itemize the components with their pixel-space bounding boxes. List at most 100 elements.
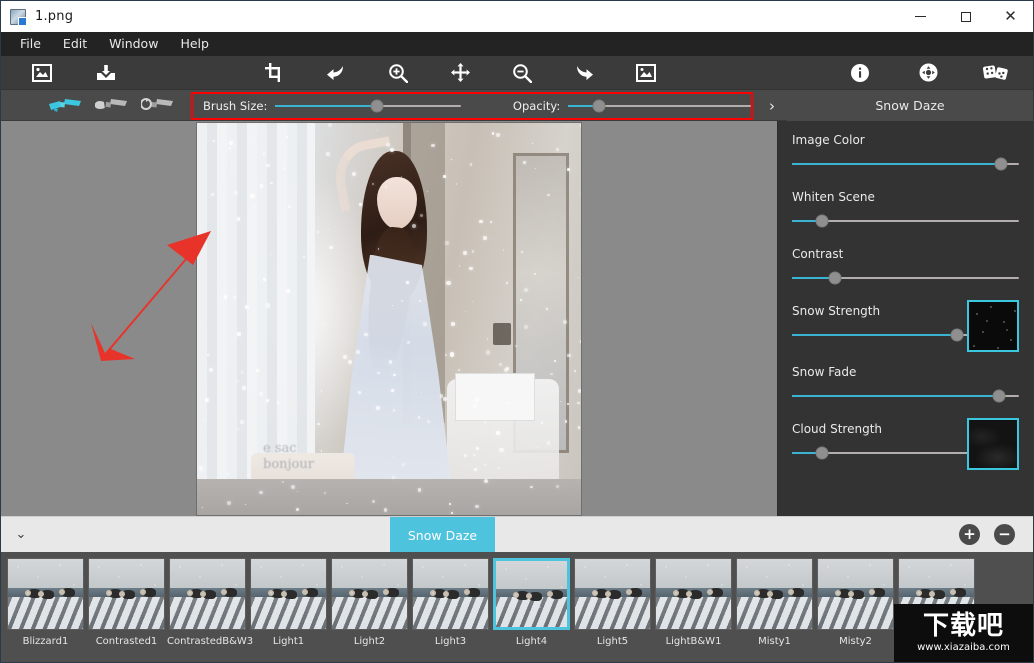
control-whiten-scene: Whiten Scene xyxy=(792,190,1019,229)
preset-thumbnail-label: Contrasted1 xyxy=(95,636,158,647)
contrast-slider[interactable] xyxy=(792,270,1019,286)
preset-thumbnail-image xyxy=(169,558,246,630)
maximize-button[interactable] xyxy=(943,1,988,32)
save-image-icon[interactable] xyxy=(87,58,125,88)
brush-options-highlight: Brush Size: Opacity: xyxy=(191,92,753,120)
preset-thumbnail-label: Light2 xyxy=(353,636,386,647)
reset-brush-icon[interactable] xyxy=(135,92,181,118)
menu-item-help[interactable]: Help xyxy=(169,35,220,54)
image-color-slider[interactable] xyxy=(792,156,1019,172)
control-label: Image Color xyxy=(792,133,865,147)
watermark-url: www.xiazaiba.com xyxy=(917,642,1010,653)
erase-brush-icon[interactable] xyxy=(89,92,135,118)
preset-thumbnail-image xyxy=(736,558,813,630)
close-button[interactable]: ✕ xyxy=(988,1,1033,32)
cloud-texture-preview[interactable] xyxy=(967,418,1019,470)
control-label: Cloud Strength xyxy=(792,422,882,436)
preset-thumbnail[interactable]: Light4 xyxy=(491,558,572,647)
menu-item-edit[interactable]: Edit xyxy=(52,35,98,54)
preset-thumbnail[interactable]: Contrasted1 xyxy=(86,558,167,647)
preset-thumbnail[interactable]: Light2 xyxy=(329,558,410,647)
control-image-color: Image Color xyxy=(792,133,1019,172)
zoom-out-icon[interactable] xyxy=(503,58,541,88)
snow-texture-preview[interactable] xyxy=(967,300,1019,352)
filter-bar: ⌄ Snow Daze + − xyxy=(1,516,1033,553)
image-file-icon xyxy=(10,8,27,26)
preset-thumbnail-label: LightB&W1 xyxy=(665,636,722,647)
filter-tab-snow-daze[interactable]: Snow Daze xyxy=(390,517,495,553)
photo-box xyxy=(455,372,535,421)
control-snow-strength: Snow Strength xyxy=(792,300,1019,352)
control-label: Contrast xyxy=(792,247,844,261)
brush-options-bar: Brush Size: Opacity: › Snow Daze xyxy=(1,90,1033,121)
filter-actions: + − xyxy=(959,524,1033,545)
brush-size-label: Brush Size: xyxy=(203,99,268,113)
control-label: Snow Strength xyxy=(792,304,881,318)
preset-thumbnail[interactable]: Misty1 xyxy=(734,558,815,647)
watermark-cn: 下载吧 xyxy=(922,611,1004,641)
snow-fade-slider[interactable] xyxy=(792,388,1019,404)
preset-thumbnail-label: Light1 xyxy=(272,636,305,647)
remove-preset-button[interactable]: − xyxy=(994,524,1015,545)
canvas-area[interactable]: e sac bonjour xyxy=(1,121,777,516)
snow-strength-slider[interactable] xyxy=(792,327,968,343)
photo-canvas[interactable]: e sac bonjour xyxy=(197,122,581,515)
preset-thumbnail[interactable]: ContrastedB&W3 xyxy=(167,558,253,647)
preset-thumbnail[interactable]: Misty2 xyxy=(815,558,896,647)
whiten-scene-slider[interactable] xyxy=(792,213,1019,229)
preset-thumbnail-image xyxy=(412,558,489,630)
zoom-in-icon[interactable] xyxy=(379,58,417,88)
crop-icon[interactable] xyxy=(255,58,293,88)
add-preset-button[interactable]: + xyxy=(959,524,980,545)
menu-item-file[interactable]: File xyxy=(9,35,52,54)
watermark: 下载吧 www.xiazaiba.com xyxy=(894,604,1033,662)
adjustments-panel: Image Color Whiten Scene Contrast Snow S… xyxy=(777,121,1033,516)
application-window: 1.png ✕ File Edit Window Help Brush Size… xyxy=(0,0,1034,663)
preset-thumbnail[interactable]: LightB&W1 xyxy=(653,558,734,647)
preset-thumbnail-image xyxy=(7,558,84,630)
settings-icon[interactable] xyxy=(909,58,947,88)
minimize-button[interactable] xyxy=(898,1,943,32)
photo-light-switch xyxy=(493,322,511,345)
opacity-slider[interactable] xyxy=(568,97,751,115)
preset-thumbnail-image xyxy=(331,558,408,630)
preset-name-label: Snow Daze xyxy=(787,90,1033,121)
fit-image-icon[interactable] xyxy=(627,58,665,88)
preset-thumbnail-image xyxy=(817,558,894,630)
random-icon[interactable] xyxy=(977,58,1015,88)
redo-icon[interactable] xyxy=(565,58,603,88)
photo-caption: e sac bonjour xyxy=(263,441,314,472)
main-toolbar xyxy=(1,56,1033,90)
control-cloud-strength: Cloud Strength xyxy=(792,418,1019,470)
preset-thumbnail[interactable]: Light3 xyxy=(410,558,491,647)
preset-thumbnail-label: Misty2 xyxy=(839,636,872,647)
control-label: Snow Fade xyxy=(792,365,857,379)
paint-brush-icon[interactable] xyxy=(43,92,89,118)
red-arrow-annotation xyxy=(91,231,211,361)
brush-size-slider[interactable] xyxy=(275,97,461,115)
preset-thumbnail[interactable]: Light1 xyxy=(248,558,329,647)
undo-icon[interactable] xyxy=(317,58,355,88)
move-icon[interactable] xyxy=(441,58,479,88)
preset-thumbnail-image xyxy=(88,558,165,630)
preset-thumbnail[interactable]: Blizzard1 xyxy=(5,558,86,647)
preset-thumbnail-label: Light3 xyxy=(434,636,467,647)
control-label: Whiten Scene xyxy=(792,190,875,204)
open-image-icon[interactable] xyxy=(23,58,61,88)
window-title: 1.png xyxy=(35,9,74,24)
preset-thumbnail-image xyxy=(655,558,732,630)
preset-thumbnail[interactable]: Light5 xyxy=(572,558,653,647)
chevron-down-icon[interactable]: ⌄ xyxy=(1,527,41,542)
menu-item-window[interactable]: Window xyxy=(98,35,169,54)
info-icon[interactable] xyxy=(841,58,879,88)
preset-thumbnail-label: Blizzard1 xyxy=(22,636,69,647)
title-bar: 1.png ✕ xyxy=(1,1,1033,32)
cloud-strength-slider[interactable] xyxy=(792,445,968,461)
preset-thumbnail-image xyxy=(574,558,651,630)
preset-thumbnail-strip[interactable]: Blizzard1 Contrasted1 ContrastedB&W3 Light1… xyxy=(1,552,1033,662)
control-contrast: Contrast xyxy=(792,247,1019,286)
control-snow-fade: Snow Fade xyxy=(792,365,1019,404)
chevron-right-icon[interactable]: › xyxy=(757,90,787,121)
preset-thumbnail-label: Light5 xyxy=(596,636,629,647)
photo-floor xyxy=(197,478,581,515)
